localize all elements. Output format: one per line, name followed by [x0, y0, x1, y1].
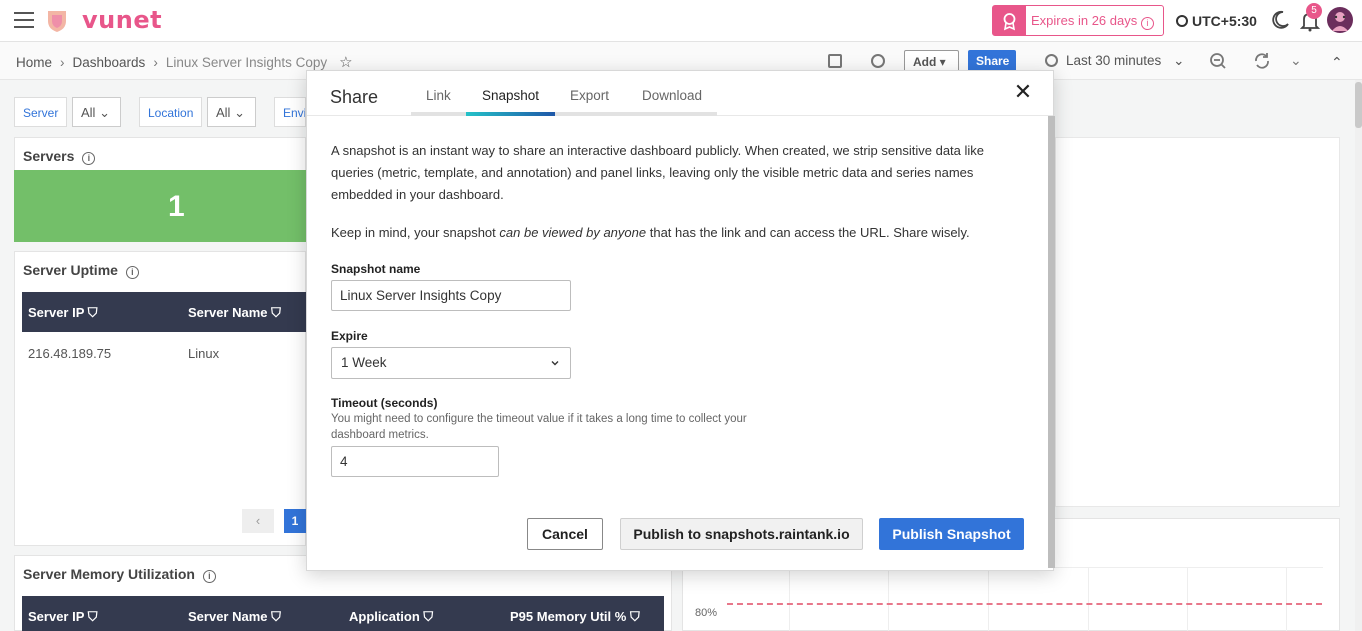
- tab-download[interactable]: Download: [642, 88, 702, 103]
- timeout-label: Timeout (seconds): [331, 396, 438, 410]
- timeout-hint: You might need to configure the timeout …: [331, 413, 747, 441]
- snapshot-name-label: Snapshot name: [331, 262, 421, 276]
- cancel-button[interactable]: Cancel: [527, 518, 603, 550]
- share-modal: Share Link Snapshot Export Download ✕ A …: [306, 70, 1055, 571]
- modal-scrollbar[interactable]: [1048, 116, 1055, 568]
- modal-title: Share: [330, 87, 379, 107]
- expire-label: Expire: [331, 329, 368, 343]
- publish-snapshot-button[interactable]: Publish Snapshot: [879, 518, 1024, 550]
- chevron-down-icon: [551, 361, 559, 366]
- tab-snapshot[interactable]: Snapshot: [482, 88, 539, 103]
- timeout-input[interactable]: [331, 446, 499, 477]
- tab-underline: [411, 112, 466, 116]
- close-icon[interactable]: ✕: [1013, 81, 1033, 103]
- tab-link[interactable]: Link: [426, 88, 451, 103]
- expire-select[interactable]: 1 Week: [331, 347, 571, 379]
- tab-underline-active: [466, 112, 555, 116]
- modal-header: Share Link Snapshot Export Download ✕: [307, 71, 1053, 116]
- tab-underline: [555, 112, 625, 116]
- tab-underline: [625, 112, 717, 116]
- snapshot-name-input[interactable]: [331, 280, 571, 311]
- publish-external-button[interactable]: Publish to snapshots.raintank.io: [620, 518, 863, 550]
- expire-selected-value: 1 Week: [341, 355, 387, 370]
- snapshot-warning: Keep in mind, your snapshot can be viewe…: [331, 225, 970, 240]
- tab-export[interactable]: Export: [570, 88, 609, 103]
- snapshot-description: A snapshot is an instant way to share an…: [331, 143, 985, 202]
